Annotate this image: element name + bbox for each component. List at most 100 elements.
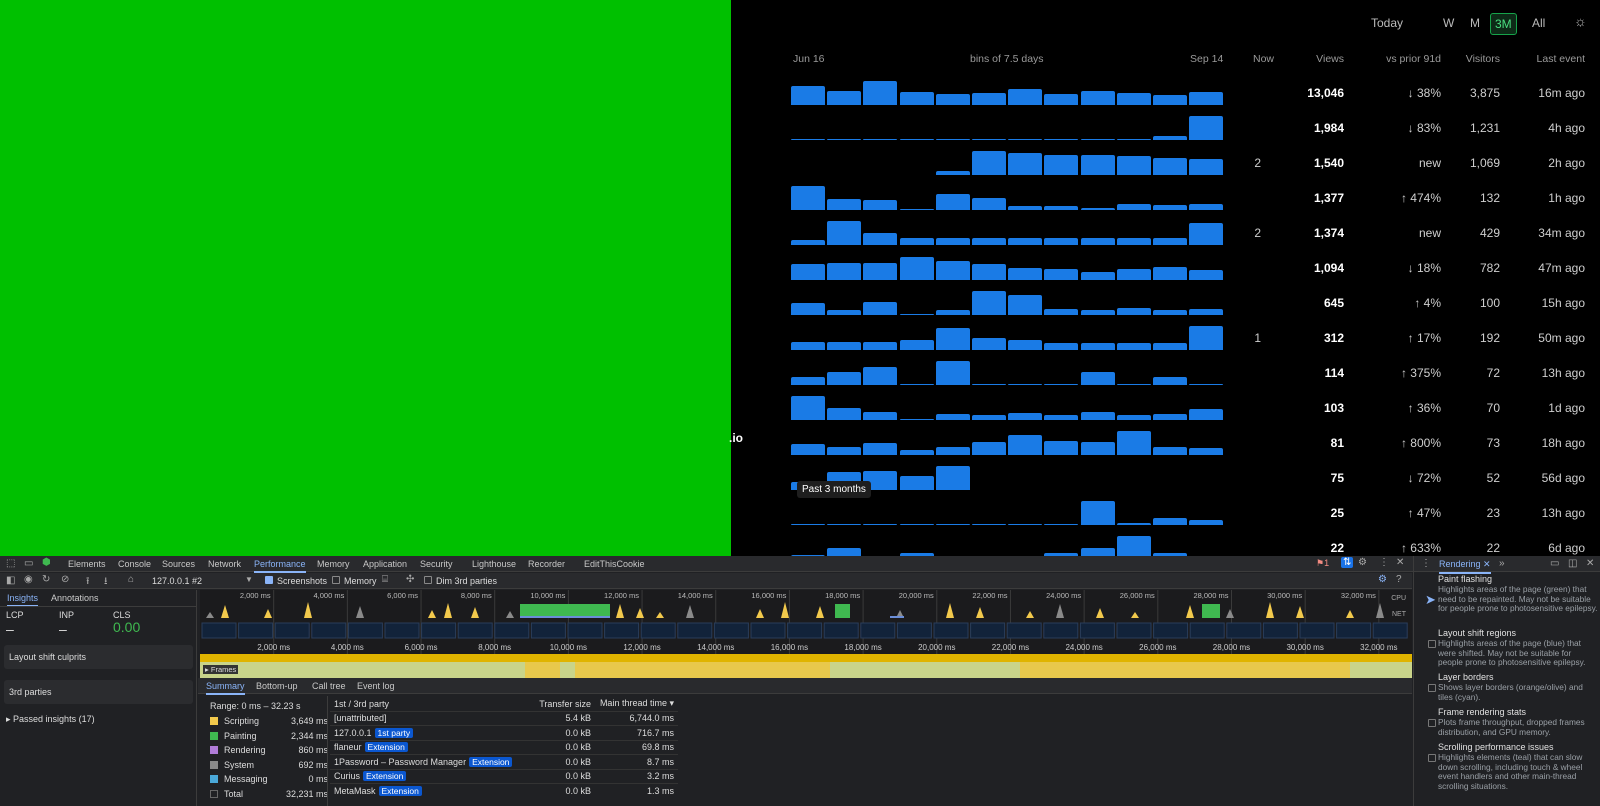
stats-row[interactable]: 25 ↑ 47% 23 13h ago [731,497,1600,531]
tab-editthiscookie[interactable]: EditThisCookie [584,559,645,569]
screenshot-thumb [1262,622,1298,639]
broom-icon[interactable]: ⌸ [382,574,388,585]
tab-recorder[interactable]: Recorder [528,559,565,569]
views-count: 22 [1330,541,1344,555]
stats-row[interactable]: 2 1,374 new 429 34m ago [731,217,1600,251]
col-main-thread-time[interactable]: Main thread time ▾ [591,697,678,711]
download-icon[interactable]: ⭳ [104,574,108,591]
range-w[interactable]: W [1439,13,1458,33]
stats-row[interactable]: 2 1,540 new 1,069 2h ago [731,147,1600,181]
close-icon[interactable]: ✕ [1586,558,1594,569]
chevron-down-icon[interactable]: ▼ [245,575,253,584]
help-icon[interactable]: ? [1396,574,1402,585]
stats-row[interactable]: 1,094 ↓ 18% 782 47m ago [731,252,1600,286]
clear-icon[interactable]: ⊘ [61,574,69,585]
sidebar-toggle-icon[interactable]: ◧ [6,575,15,586]
gear-icon[interactable]: ⚙ [1358,557,1367,568]
tab-event-log[interactable]: Event log [357,681,395,691]
col-party[interactable]: 1st / 3rd party [330,697,533,711]
range-3m[interactable]: 3M [1490,13,1517,35]
insight-card-3rd-parties[interactable]: 3rd parties [4,680,193,704]
stats-row[interactable]: 22 ↑ 633% 22 6d ago [731,532,1600,556]
col-transfer-size[interactable]: Transfer size [533,697,591,711]
party-row[interactable]: 1Password – Password Manager Extension 0.0… [330,754,678,770]
option-checkbox[interactable] [1428,640,1436,648]
tab-performance[interactable]: Performance [254,559,306,573]
range-today[interactable]: Today [1367,13,1407,33]
option-checkbox[interactable] [1428,754,1436,762]
party-row[interactable]: MetaMask Extension 0.0 kB 1.3 ms [330,783,678,799]
stats-row[interactable]: 103 ↑ 36% 70 1d ago [731,392,1600,426]
tab-sources[interactable]: Sources [162,559,195,569]
insight-card-layout-shift[interactable]: Layout shift culprits [4,645,193,669]
chevron-right-icon[interactable]: » [1499,558,1505,569]
spark-bar [1044,523,1079,525]
device-toolbar-icon[interactable]: ▭ [24,558,33,569]
screenshots-checkbox[interactable] [265,576,273,584]
tab-call-tree[interactable]: Call tree [312,681,346,691]
tab-annotations[interactable]: Annotations [51,593,99,603]
home-icon[interactable]: ⌂ [128,574,134,585]
error-flag-icon[interactable]: ⚑1 [1316,558,1329,569]
flame-block [575,662,830,678]
stats-row[interactable]: 81 ↑ 800% 73 18h ago [731,427,1600,461]
party-row[interactable]: 127.0.0.1 1st party 0.0 kB 716.7 ms [330,725,678,741]
option-checkbox[interactable] [1428,719,1436,727]
party-row[interactable]: [unattributed] 5.4 kB 6,744.0 ms [330,711,678,726]
more-icon[interactable]: ⋮ [1421,558,1431,569]
tab-memory[interactable]: Memory [317,559,350,569]
stats-row[interactable]: 114 ↑ 375% 72 13h ago [731,357,1600,391]
tab-security[interactable]: Security [420,559,453,569]
range-all[interactable]: All [1528,13,1549,33]
stats-row[interactable]: 1 312 ↑ 17% 192 50m ago [731,322,1600,356]
option-checkbox[interactable] [1428,684,1436,692]
upload-icon[interactable]: ⭱ [86,574,90,591]
header-views[interactable]: Views [1289,53,1344,65]
stats-row[interactable]: 1,377 ↑ 474% 132 1h ago [731,182,1600,216]
party-name: 1Password – Password Manager [334,756,467,767]
sun-icon[interactable]: ☼ [1574,13,1587,29]
tab-insights[interactable]: Insights [7,593,39,607]
more-icon[interactable]: ⋮ [1379,557,1389,568]
record-icon[interactable]: ◉ [24,574,33,585]
dim-3p-checkbox[interactable] [424,576,432,584]
tab-elements[interactable]: Elements [68,559,106,569]
last-event: 56d ago [1541,471,1585,485]
inspect-icon[interactable]: ⬚ [6,558,15,569]
summary-swatch [210,717,218,725]
party-row[interactable]: flaneur Extension 0.0 kB 69.8 ms [330,740,678,755]
tab-console[interactable]: Console [118,559,151,569]
passed-insights-toggle[interactable]: ▸ Passed insights (17) [6,714,95,725]
flame-track[interactable]: ▸ Frames [200,662,1412,678]
shield-icon[interactable]: ⬢ [42,557,51,568]
tab-bottom-up[interactable]: Bottom-up [256,681,298,691]
timeline-overview[interactable]: 2,000 ms 4,000 ms 6,000 ms 8,000 ms 10,000 m… [200,590,1412,662]
spark-bar [1153,136,1187,140]
dock-icon[interactable]: ▭ [1550,558,1559,569]
capture-settings-icon[interactable]: ⚙ [1378,574,1387,585]
party-row[interactable]: Curius Extension 0.0 kB 3.2 ms [330,769,678,784]
tab-network[interactable]: Network [208,559,241,569]
header-vs-prior[interactable]: vs prior 91d [1351,53,1441,65]
tab-rendering[interactable]: Rendering ✕ [1439,559,1491,574]
network-throttle-icon[interactable]: ✣ [406,574,414,585]
party-size: 5.4 kB [565,713,591,724]
stats-row[interactable]: 1,984 ↓ 83% 1,231 4h ago [731,112,1600,146]
spark-bar [1008,434,1043,455]
range-m[interactable]: M [1466,13,1484,33]
target-select[interactable]: 127.0.0.1 #2 [152,576,252,586]
tab-summary[interactable]: Summary [206,681,245,695]
header-last-event[interactable]: Last event [1510,53,1585,65]
stats-row[interactable]: 645 ↑ 4% 100 15h ago [731,287,1600,321]
reload-icon[interactable]: ↻ [42,574,50,585]
error-count: 1 [1324,558,1330,568]
overview-tick: 20,000 ms [899,591,934,600]
stats-row[interactable]: 13,046 ↓ 38% 3,875 16m ago [731,77,1600,111]
sync-icon[interactable]: ⇅ [1341,557,1354,568]
split-icon[interactable]: ◫ [1568,558,1577,569]
tab-application[interactable]: Application [363,559,407,569]
tab-lighthouse[interactable]: Lighthouse [472,559,516,569]
memory-checkbox[interactable] [332,576,340,584]
close-icon[interactable]: ✕ [1396,557,1404,568]
header-visitors[interactable]: Visitors [1445,53,1500,65]
